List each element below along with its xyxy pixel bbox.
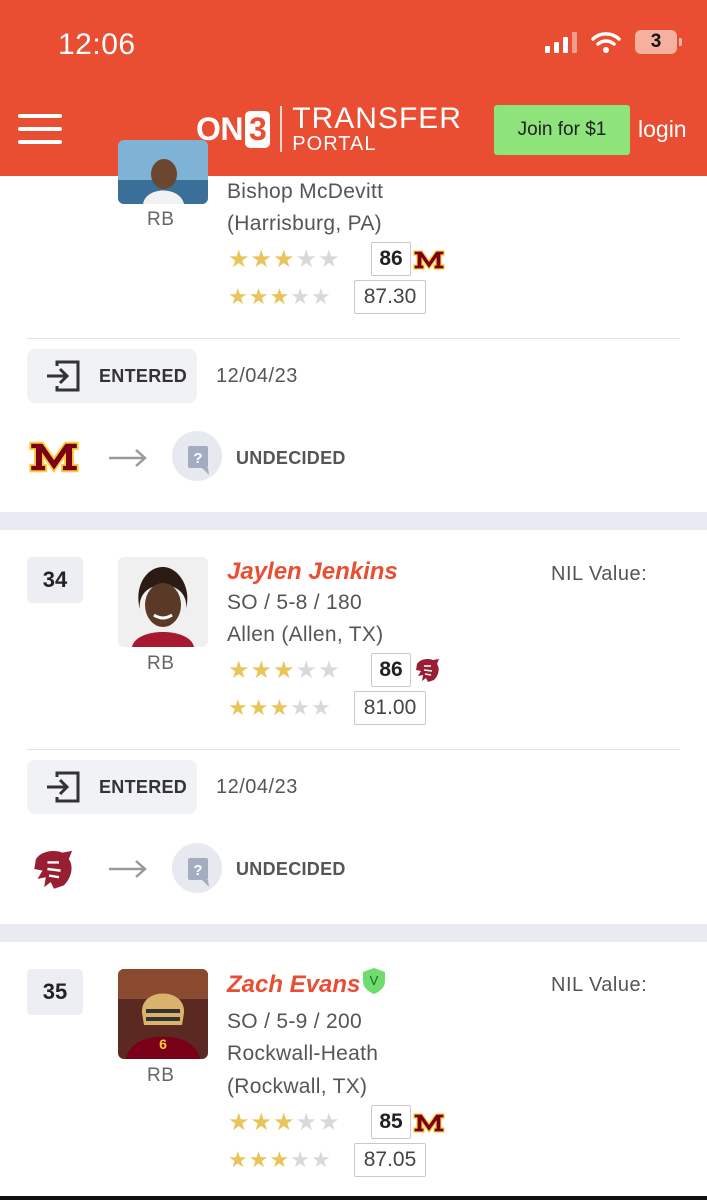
minnesota-m-icon (413, 250, 445, 271)
on3-rating: 86 (371, 653, 411, 687)
status-label: ENTERED (99, 776, 188, 797)
wsu-cougar-icon (416, 659, 439, 682)
status-time: 12:06 (58, 28, 136, 61)
verified-badge-label: V (370, 973, 379, 988)
card-divider (27, 338, 680, 339)
status-chip: ENTERED (27, 760, 197, 814)
rank-badge: 34 (27, 557, 83, 603)
on3-star-rating: ★★★★★ (228, 246, 341, 273)
rank-badge: 35 (27, 969, 83, 1015)
on3-rating: 85 (371, 1105, 411, 1139)
destination-label: UNDECIDED (236, 859, 346, 879)
minnesota-m-icon (413, 1113, 445, 1134)
consensus-rating: 87.30 (354, 280, 426, 314)
verified-badge: V (362, 967, 386, 995)
undecided-school-icon: ? (172, 431, 222, 481)
wsu-cougar-icon (34, 850, 73, 889)
player-class-size: SO / 5-8 / 180 (227, 591, 362, 614)
status-label: ENTERED (99, 365, 188, 386)
card-divider (27, 749, 680, 750)
status-indicators: 3 (545, 30, 682, 54)
consensus-rating: 81.00 (354, 691, 426, 725)
entered-date: 12/04/23 (216, 365, 298, 387)
consensus-star-rating: ★★★★★ (228, 284, 332, 309)
consensus-star-rating: ★★★★★ (228, 1147, 332, 1172)
logo-3-text: 3 (245, 110, 271, 148)
logo-portal-text: PORTAL (292, 133, 377, 155)
card-separator (0, 924, 707, 942)
arrow-right-icon (109, 860, 147, 878)
svg-text:6: 6 (159, 1036, 167, 1052)
destination-label: UNDECIDED (236, 448, 346, 468)
player-school: Rockwall-Heath (227, 1042, 379, 1065)
on3-transfer-portal-logo[interactable]: ON 3 TRANSFER PORTAL (196, 102, 462, 155)
player-position: RB (147, 209, 175, 230)
player-position: RB (147, 1065, 175, 1086)
player-hometown: (Harrisburg, PA) (227, 212, 382, 235)
enter-icon (47, 360, 80, 392)
cellular-signal-icon (545, 31, 577, 53)
logo-transfer-text: TRANSFER (292, 102, 462, 135)
player-hometown: (Rockwall, TX) (227, 1075, 368, 1098)
card-separator (0, 512, 707, 530)
player-school: Bishop McDevitt (227, 180, 384, 203)
svg-text:?: ? (193, 450, 202, 467)
player-class-size: SO / 5-9 / 200 (227, 1010, 362, 1033)
consensus-star-rating: ★★★★★ (228, 695, 332, 720)
on3-rating: 86 (371, 242, 411, 276)
player-photo[interactable] (118, 557, 208, 647)
enter-icon (47, 771, 80, 803)
on3-star-rating: ★★★★★ (228, 657, 341, 684)
player-name-link[interactable]: Jaylen Jenkins (227, 558, 398, 586)
player-position: RB (147, 653, 175, 674)
nil-value-label: NIL Value: (551, 974, 648, 996)
player-photo[interactable]: 6 (118, 969, 208, 1059)
menu-button[interactable] (18, 114, 62, 146)
minnesota-m-icon (29, 441, 79, 473)
on3-star-rating: ★★★★★ (228, 1109, 341, 1136)
consensus-rating: 87.05 (354, 1143, 426, 1177)
status-chip: ENTERED (27, 349, 197, 403)
player-photo[interactable] (118, 140, 208, 204)
undecided-school-icon: ? (172, 843, 222, 893)
battery-icon: 3 (635, 30, 682, 54)
player-name-link[interactable]: Zach Evans (227, 971, 360, 999)
top-bar: 12:06 3 ON 3 TRANSFER PORTAL Join for $1 … (0, 0, 707, 176)
nil-value-label: NIL Value: (551, 563, 648, 585)
login-link[interactable]: login (638, 116, 687, 143)
player-school: Allen (Allen, TX) (227, 623, 384, 646)
wifi-icon (591, 32, 621, 53)
join-button[interactable]: Join for $1 (494, 105, 630, 155)
svg-text:?: ? (193, 862, 202, 879)
entered-date: 12/04/23 (216, 776, 298, 798)
arrow-right-icon (109, 449, 147, 467)
bottom-edge (0, 1196, 707, 1200)
transfer-portal-wordmark: TRANSFER PORTAL (292, 102, 462, 155)
logo-separator (280, 106, 283, 152)
